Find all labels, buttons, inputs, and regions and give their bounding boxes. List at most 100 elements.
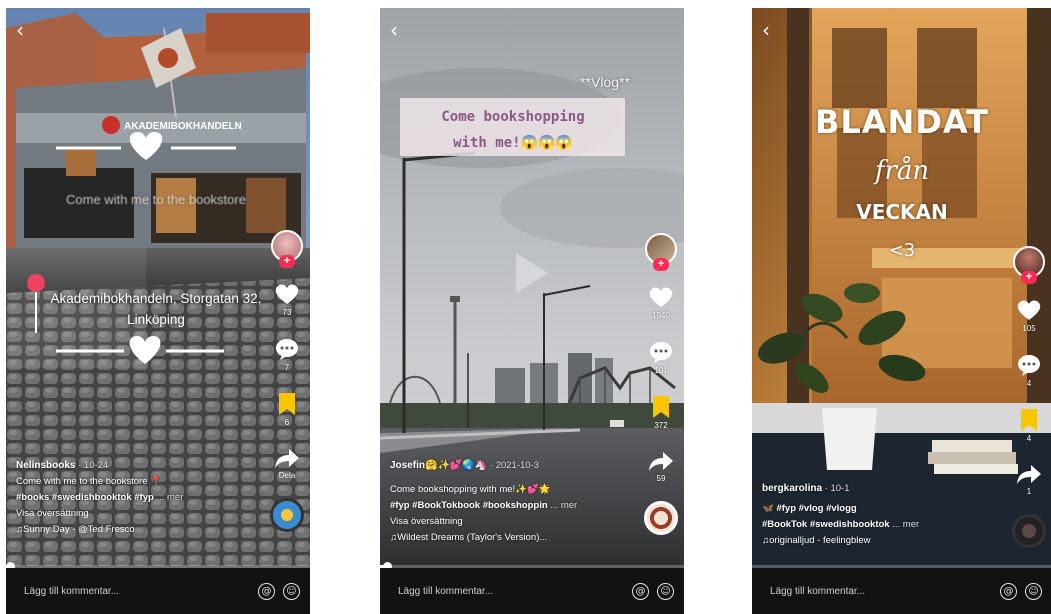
bookmark-icon xyxy=(1021,409,1037,431)
like-button[interactable]: 73 xyxy=(274,282,300,317)
follow-plus-icon[interactable]: + xyxy=(279,255,295,268)
hashtags[interactable]: #fyp #BookTokbook #bookshoppin xyxy=(390,500,548,511)
save-button[interactable]: 4 xyxy=(1018,408,1040,443)
caption-text: Come bookshopping with me!✨💕🌟 xyxy=(390,484,551,495)
store-sign-text: AKADEMIBOKHANDELN xyxy=(124,121,242,132)
share-count: 1 xyxy=(1026,487,1032,496)
overlay-line-4: <3 xyxy=(888,240,916,261)
creator-avatar[interactable]: + xyxy=(271,230,303,268)
translate-link[interactable]: Visa översättning xyxy=(16,506,250,522)
video-caption: Nelinsbooks · 10-24 Come with me to the … xyxy=(16,458,250,538)
sound-name[interactable]: Sunny Day - @Ted Fresco xyxy=(16,522,250,538)
share-icon xyxy=(275,449,299,468)
bookmark-icon xyxy=(653,396,669,418)
share-button[interactable]: Dela xyxy=(274,447,300,480)
like-button[interactable]: 105 xyxy=(1016,298,1042,333)
caption-text: Come with me to the bookstore 📍 xyxy=(16,476,162,487)
emoji-icon[interactable]: ☺ xyxy=(283,582,300,600)
creator-avatar[interactable]: + xyxy=(1013,246,1045,284)
play-icon[interactable] xyxy=(516,253,548,293)
hashtags[interactable]: #books #swedishbooktok #fyp xyxy=(16,492,154,503)
share-icon xyxy=(649,452,673,471)
save-button[interactable]: 6 xyxy=(276,392,298,427)
video-screen-1: AKADEMIBOKHANDELN ‹ Come with me to the … xyxy=(6,8,310,614)
overlay-line-1: Come bookshopping xyxy=(441,109,585,125)
like-count: 105 xyxy=(1022,324,1036,333)
comment-bar: Lägg till kommentar... @ ☺ xyxy=(380,568,684,614)
emoji-icon[interactable]: ☺ xyxy=(657,582,674,600)
share-button[interactable]: 1 xyxy=(1016,463,1042,496)
caption-text: 🦋 #fyp #vlog #vlogg xyxy=(762,503,857,514)
mention-icon[interactable]: @ xyxy=(1000,582,1017,600)
post-date: · 10-1 xyxy=(824,483,850,494)
hashtags[interactable]: #BookTok #swedishbooktok xyxy=(762,519,890,530)
comment-bar: Lägg till kommentar... @ ☺ xyxy=(6,568,310,614)
save-count: 4 xyxy=(1026,434,1032,443)
more-link[interactable]: ... mer xyxy=(892,519,919,530)
like-count: 1540 xyxy=(652,311,670,320)
video-overlay-caption: Come with me to the bookstore xyxy=(66,192,246,207)
like-button[interactable]: 1540 xyxy=(648,285,674,320)
username[interactable]: bergkarolina xyxy=(762,483,822,494)
comment-input[interactable]: Lägg till kommentar... xyxy=(398,586,624,597)
save-count: 6 xyxy=(284,418,290,427)
heart-icon xyxy=(649,287,673,307)
overlay-line-1: BLANDAT xyxy=(815,103,989,141)
post-date: · 2021-10-3 xyxy=(489,460,540,471)
comment-count: 7 xyxy=(284,363,290,372)
comment-input[interactable]: Lägg till kommentar... xyxy=(770,586,992,597)
location-sticker[interactable]: Akademibokhandeln, Storgatan 32, Linköpi… xyxy=(46,288,266,330)
sound-disc-icon[interactable] xyxy=(1012,514,1046,548)
comment-button[interactable]: 101 xyxy=(648,340,674,375)
like-count: 73 xyxy=(282,308,292,317)
username[interactable]: Josefin🤗✨💕🌏🦄 xyxy=(390,460,487,471)
comment-count: 4 xyxy=(1026,379,1032,388)
sound-disc-icon[interactable] xyxy=(270,498,304,532)
heart-icon xyxy=(1017,300,1041,320)
share-count: 59 xyxy=(656,474,666,483)
chevron-left-icon[interactable]: ‹ xyxy=(762,18,770,42)
video-caption: bergkarolina · 10-1 🦋 #fyp #vlog #vlogg … xyxy=(762,481,992,549)
overlay-line-2: från xyxy=(874,156,930,186)
video-screen-2: ‹ **Vlog** Come bookshopping with me!😱😱😱… xyxy=(380,8,684,614)
sound-disc-icon[interactable] xyxy=(644,501,678,535)
heart-icon xyxy=(275,284,299,304)
video-screen-3: ‹ BLANDAT från VECKAN <3 + 105 4 4 1 ber… xyxy=(752,8,1051,614)
overlay-line-3: VECKAN xyxy=(856,200,948,224)
translate-link[interactable]: Visa översättning xyxy=(390,514,624,530)
comment-icon xyxy=(276,339,298,360)
action-rail: + 105 4 4 1 xyxy=(1012,246,1046,548)
follow-plus-icon[interactable]: + xyxy=(1021,271,1037,284)
bookmark-icon xyxy=(279,393,295,415)
overlay-line-2: with me!😱😱😱 xyxy=(453,135,573,151)
comment-button[interactable]: 7 xyxy=(274,337,300,372)
chevron-left-icon[interactable]: ‹ xyxy=(390,18,398,42)
save-count: 372 xyxy=(654,421,668,430)
comment-icon xyxy=(650,342,672,363)
comment-bar: Lägg till kommentar... @ ☺ xyxy=(752,568,1051,614)
more-link[interactable]: ... mer xyxy=(156,492,183,503)
action-rail: + 73 7 6 Dela xyxy=(270,230,304,532)
mention-icon[interactable]: @ xyxy=(258,582,275,600)
chevron-left-icon[interactable]: ‹ xyxy=(16,18,24,42)
video-caption: Josefin🤗✨💕🌏🦄 · 2021-10-3 Come bookshoppi… xyxy=(390,458,624,546)
vlog-label: **Vlog** xyxy=(580,74,630,90)
follow-plus-icon[interactable]: + xyxy=(653,258,669,271)
comment-input[interactable]: Lägg till kommentar... xyxy=(24,586,250,597)
share-icon xyxy=(1017,465,1041,484)
sound-name[interactable]: Wildest Dreams (Taylor's Version)... xyxy=(390,530,624,546)
action-rail: + 1540 101 372 59 xyxy=(644,233,678,535)
mention-icon[interactable]: @ xyxy=(632,582,649,600)
sound-name[interactable]: originalljud - feelingblew xyxy=(762,533,992,549)
comment-button[interactable]: 4 xyxy=(1016,353,1042,388)
emoji-icon[interactable]: ☺ xyxy=(1025,582,1042,600)
creator-avatar[interactable]: + xyxy=(645,233,677,271)
video-title-overlay: Come bookshopping with me!😱😱😱 xyxy=(402,104,624,156)
share-label: Dela xyxy=(278,471,296,480)
share-button[interactable]: 59 xyxy=(648,450,674,483)
post-date: · 10-24 xyxy=(78,460,109,471)
more-link[interactable]: ... mer xyxy=(550,500,577,511)
save-button[interactable]: 372 xyxy=(650,395,672,430)
username[interactable]: Nelinsbooks xyxy=(16,460,75,471)
comment-icon xyxy=(1018,355,1040,376)
